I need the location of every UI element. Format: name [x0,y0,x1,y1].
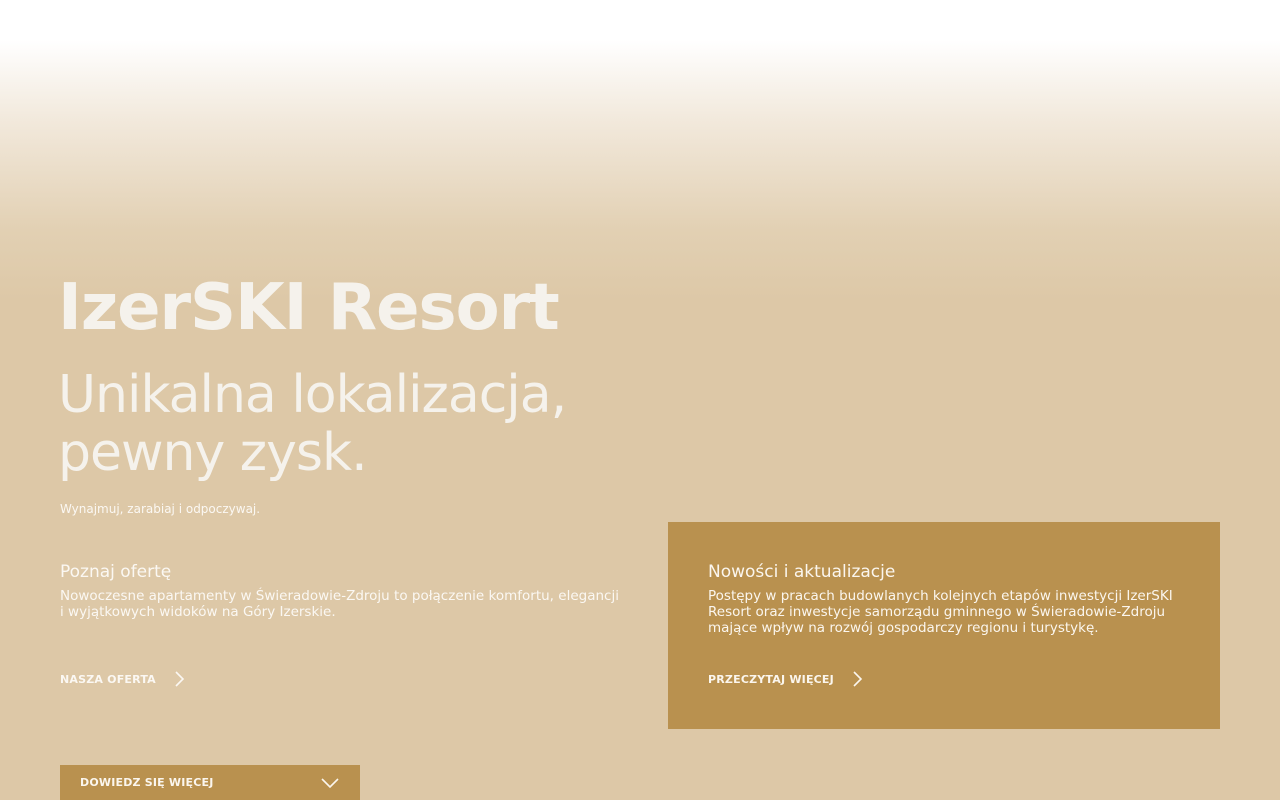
news-card: Nowości i aktualizacje Postępy w pracach… [668,522,1220,729]
read-more-link[interactable]: PRZECZYTAJ WIĘCEJ [708,670,866,688]
news-content: Nowości i aktualizacje Postępy w pracach… [708,560,1186,636]
hero-tagline: Wynajmuj, zarabiaj i odpoczywaj. [60,502,261,516]
news-heading: Nowości i aktualizacje [708,562,896,582]
hero-subtitle-line2: pewny zysk. [58,423,368,483]
chevron-right-icon [853,671,863,687]
news-description: Postępy w pracach budowlanych kolejnych … [708,588,1173,636]
hero-subtitle-line1: Unikalna lokalizacja, [58,365,567,425]
read-more-link-label: PRZECZYTAJ WIĘCEJ [708,672,834,686]
offer-section: Poznaj ofertę Nowoczesne apartamenty w Ś… [60,560,620,620]
offer-heading: Poznaj ofertę [60,562,172,582]
our-offer-link[interactable]: NASZA OFERTA [60,670,188,688]
learn-more-label: DOWIEDZ SIĘ WIĘCEJ [80,776,214,789]
our-offer-link-label: NASZA OFERTA [60,672,156,686]
offer-description: Nowoczesne apartamenty w Świeradowie-Zdr… [60,588,619,620]
hero-subtitle: Unikalna lokalizacja, pewny zysk. [58,366,698,482]
chevron-right-icon [175,671,185,687]
learn-more-button[interactable]: DOWIEDZ SIĘ WIĘCEJ [60,765,360,800]
chevron-down-icon [321,777,339,788]
hero-title: IzerSKI Resort [58,271,560,345]
